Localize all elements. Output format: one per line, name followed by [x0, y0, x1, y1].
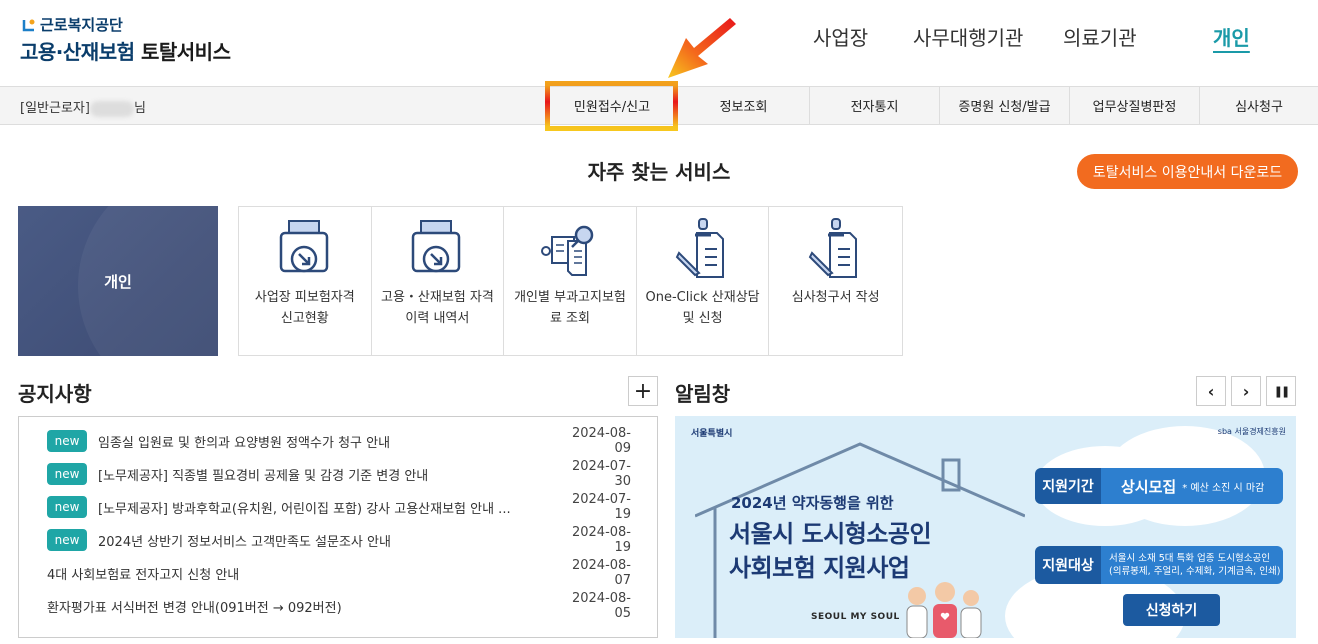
notice-row[interactable]: new [노무제공자] 직종별 필요경비 공제율 및 감경 기준 변경 안내 2… — [47, 459, 631, 489]
notice-title: 공지사항 — [18, 382, 92, 406]
topnav-medical[interactable]: 의료기관 — [1063, 22, 1137, 51]
service-label: 사업장 피보험자격 신고현황 — [254, 290, 355, 326]
notice-row-date: 2024-08-09 — [571, 426, 631, 456]
user-suffix: 님 — [133, 101, 146, 116]
service-label: 개인별 부과고지보험료 조회 — [514, 290, 626, 326]
notice-row-date: 2024-08-19 — [571, 525, 631, 555]
notice-more-button[interactable]: + — [628, 376, 658, 406]
gnb-item-certificate[interactable]: 증명원 신청/발급 — [939, 87, 1069, 124]
notice-list: new 임종실 입원료 및 한의과 요양병원 정액수가 청구 안내 2024-0… — [18, 416, 658, 638]
user-type-card-label: 개인 — [104, 272, 132, 291]
service-item-review-form[interactable]: 심사청구서 작성 — [769, 207, 902, 355]
site-header: 근로복지공단 고용·산재보험 토탈서비스 사업장 사무대행기관 의료기관 개인 — [0, 0, 1318, 86]
user-type-label: [일반근로자] — [20, 101, 90, 116]
period-note: * 예산 소진 시 마감 — [1182, 482, 1265, 494]
seoul-logo: 서울특별시 — [691, 429, 733, 439]
guide-download-button[interactable]: 토탈서비스 이용안내서 다운로드 — [1077, 154, 1298, 189]
gnb-item-e-notice[interactable]: 전자통지 — [809, 87, 939, 124]
frequent-services-grid: 사업장 피보험자격 신고현황 고용・산재보험 자격 이력 내역서 개인별 부과고… — [238, 206, 903, 356]
target-value-box: 서울시 소재 5대 특화 업종 도시형소공인 (의류봉제, 주얼리, 수제화, … — [1101, 546, 1283, 584]
service-item-qualification-history[interactable]: 고용・산재보험 자격 이력 내역서 — [372, 207, 505, 355]
notice-row[interactable]: 환자평가표 서식버전 변경 안내(091버전 → 092버전) 2024-08-… — [47, 591, 631, 621]
user-greeting: [일반근로자] 님 — [20, 97, 146, 117]
user-type-card: 개인 — [18, 206, 218, 356]
org-logo[interactable]: 근로복지공단 — [22, 14, 123, 35]
banner-title-line2: 사회보험 지원사업 — [729, 554, 910, 582]
masked-username — [89, 100, 134, 117]
gnb-item-info-lookup[interactable]: 정보조회 — [677, 87, 809, 124]
service-logo[interactable]: 고용·산재보험 토탈서비스 — [20, 36, 231, 65]
period-value-box: 상시모집 * 예산 소진 시 마감 — [1101, 468, 1283, 504]
topnav-business[interactable]: 사업장 — [813, 22, 868, 51]
people-illustration — [906, 582, 982, 638]
tray-download-icon — [279, 220, 329, 273]
service-name-rest: 토탈서비스 — [140, 40, 231, 64]
target-label: 지원대상 — [1035, 546, 1101, 584]
target-value-line2: (의류봉제, 주얼리, 수제화, 기계금속, 인쇄) — [1109, 566, 1281, 577]
document-search-icon — [540, 225, 594, 276]
notice-row[interactable]: new 2024년 상반기 정보서비스 고객만족도 설문조사 안내 2024-0… — [47, 525, 631, 555]
target-value-line1: 서울시 소재 5대 특화 업종 도시형소공인 — [1109, 553, 1270, 564]
pause-slide-button[interactable]: ❚❚ — [1266, 376, 1296, 406]
prev-slide-button[interactable]: ‹ — [1196, 376, 1226, 406]
notice-row-date: 2024-07-30 — [571, 459, 631, 489]
notice-row-title[interactable]: [노무제공자] 방과후학교(유치원, 어린이집 포함) 강사 고용산재보험 안내… — [98, 498, 541, 517]
notice-row-title[interactable]: [노무제공자] 직종별 필요경비 공제율 및 감경 기준 변경 안내 — [98, 465, 541, 484]
new-badge: new — [47, 430, 87, 452]
new-badge: new — [47, 463, 87, 485]
card-decoration — [78, 206, 218, 356]
period-label: 지원기간 — [1035, 468, 1101, 504]
org-logo-icon — [22, 18, 36, 32]
service-item-workplace-insured[interactable]: 사업장 피보험자격 신고현황 — [239, 207, 372, 355]
service-item-premium-lookup[interactable]: 개인별 부과고지보험료 조회 — [504, 207, 637, 355]
service-label: One-Click 산재상담 및 신청 — [645, 290, 760, 326]
service-name-highlight: 고용·산재보험 — [20, 40, 135, 64]
next-slide-button[interactable]: › — [1231, 376, 1261, 406]
topnav-personal[interactable]: 개인 — [1213, 22, 1250, 51]
notice-row-date: 2024-08-07 — [571, 558, 631, 588]
notice-row-title[interactable]: 4대 사회보험료 전자고지 신청 안내 — [47, 564, 541, 583]
apply-button[interactable]: 신청하기 — [1123, 594, 1220, 626]
seoul-slogan: SEOUL MY SOUL — [811, 612, 900, 622]
banner-subtitle: 2024년 약자동행을 위한 — [731, 494, 894, 512]
notice-row-title[interactable]: 환자평가표 서식버전 변경 안내(091버전 → 092버전) — [47, 597, 541, 616]
new-badge: new — [47, 529, 87, 551]
sba-logo: sba 서울경제진흥원 — [1217, 427, 1286, 436]
tray-download-icon — [412, 220, 461, 273]
highlight-box — [545, 81, 678, 131]
period-value: 상시모집 — [1121, 477, 1177, 496]
gnb-item-disease-judgment[interactable]: 업무상질병판정 — [1069, 87, 1199, 124]
service-label: 고용・산재보험 자격 이력 내역서 — [380, 290, 494, 326]
alarm-title: 알림창 — [675, 382, 731, 406]
gnb-item-review-claim[interactable]: 심사청구 — [1199, 87, 1318, 124]
notice-row[interactable]: new [노무제공자] 방과후학교(유치원, 어린이집 포함) 강사 고용산재보… — [47, 492, 631, 522]
notice-row-title[interactable]: 임종실 입원료 및 한의과 요양병원 정액수가 청구 안내 — [98, 432, 541, 451]
org-name: 근로복지공단 — [40, 16, 123, 34]
service-label: 심사청구서 작성 — [791, 290, 880, 305]
pen-document-icon — [808, 218, 857, 278]
notice-row[interactable]: 4대 사회보험료 전자고지 신청 안내 2024-08-07 — [47, 558, 631, 588]
new-badge: new — [47, 496, 87, 518]
arrow-pointer-icon — [668, 18, 736, 78]
notice-row[interactable]: new 임종실 입원료 및 한의과 요양병원 정액수가 청구 안내 2024-0… — [47, 426, 631, 456]
notice-row-title[interactable]: 2024년 상반기 정보서비스 고객만족도 설문조사 안내 — [98, 531, 541, 550]
alarm-banner[interactable]: 서울특별시 sba 서울경제진흥원 2024년 약자동행을 위한 서울시 도시형… — [675, 416, 1296, 638]
banner-title-line1: 서울시 도시형소공인 — [729, 520, 932, 548]
service-item-oneclick-consult[interactable]: One-Click 산재상담 및 신청 — [637, 207, 770, 355]
notice-row-date: 2024-07-19 — [571, 492, 631, 522]
pen-document-icon — [675, 218, 724, 278]
notice-row-date: 2024-08-05 — [571, 591, 631, 621]
topnav-agency[interactable]: 사무대행기관 — [913, 22, 1023, 51]
